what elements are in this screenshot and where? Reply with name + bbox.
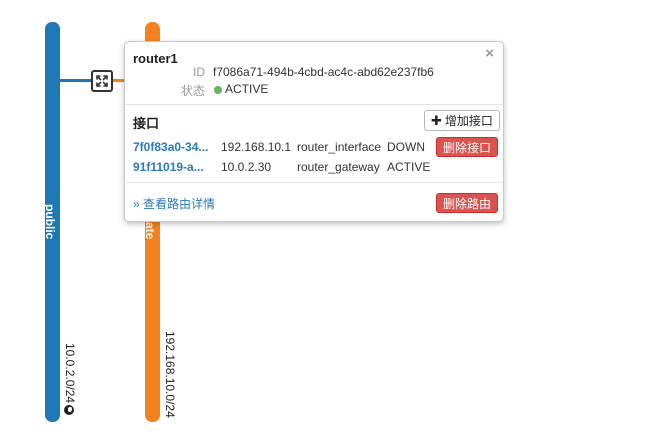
interface-ip: 10.0.2.30 (221, 160, 272, 174)
id-value: f7086a71-494b-4cbd-ac4c-abd62e237fb6 (213, 65, 434, 79)
add-interface-label: 增加接口 (444, 114, 493, 128)
close-icon[interactable]: × (485, 45, 494, 62)
interface-port-link[interactable]: 7f0f83a0-34... (133, 140, 208, 154)
status-label: 状态 (180, 84, 205, 98)
add-interface-button[interactable]: ✚ 增加接口 (424, 110, 500, 131)
interface-owner: router_gateway (297, 160, 380, 174)
router-popup: × router1 ID f7086a71-494b-4cbd-ac4c-abd… (124, 41, 504, 222)
interface-ip: 192.168.10.1 (221, 140, 292, 154)
network-name-public: public (43, 204, 57, 240)
id-label: ID (193, 65, 205, 79)
interface-port-link[interactable]: 91f11019-a... (133, 160, 204, 174)
network-cidr-private: 192.168.10.0/24 (163, 331, 177, 418)
network-cidr-public: 10.0.2.0/24 (63, 343, 77, 404)
interface-status: ACTIVE (387, 160, 431, 174)
network-name-private: ate (143, 222, 157, 240)
divider (125, 104, 503, 105)
router-name: router1 (133, 51, 178, 66)
view-router-details-link[interactable]: » 查看路由详情 (133, 195, 215, 212)
plus-icon: ✚ (431, 112, 442, 128)
delete-router-button[interactable]: 删除路由 (436, 193, 499, 213)
status-value: ACTIVE (225, 82, 269, 96)
status-dot-icon (214, 86, 222, 94)
globe-icon (64, 405, 74, 415)
interface-status: DOWN (387, 140, 425, 154)
router-icon[interactable] (91, 70, 113, 92)
router-link-public (60, 79, 92, 82)
interfaces-title: 接口 (133, 116, 160, 131)
interface-owner: router_interface (297, 140, 382, 154)
delete-interface-button[interactable]: 删除接口 (436, 137, 499, 157)
divider (125, 182, 503, 183)
